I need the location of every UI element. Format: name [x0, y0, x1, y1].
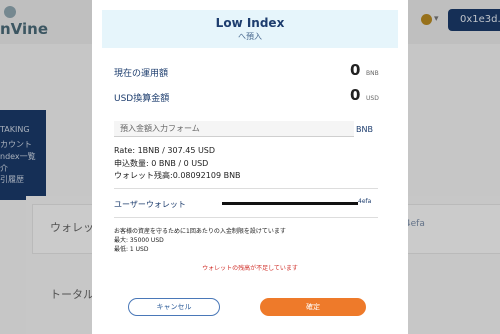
user-wallet-address-tail: 4efa: [358, 198, 372, 205]
operation-amount-label: 現在の運用額: [114, 69, 169, 79]
rate-text: Rate: 1BNB / 307.45 USD: [114, 146, 216, 155]
insufficient-balance-error: ウォレットの残高が不足しています: [202, 265, 298, 272]
deposit-unit-label: BNB: [356, 125, 373, 134]
applied-quantity-text: 申込数量: 0 BNB / 0 USD: [114, 159, 209, 168]
operation-amount-unit: BNB: [366, 70, 379, 77]
cancel-button[interactable]: キャンセル: [128, 298, 220, 316]
operation-amount-value: 0: [350, 61, 361, 79]
wallet-balance-text: ウォレット残高:0.08092109 BNB: [114, 171, 241, 180]
divider: [114, 188, 378, 189]
usd-amount-value: 0: [350, 86, 361, 104]
deposit-modal: Low Index へ預入 現在の運用額 0 BNB USD換算金額 0 USD…: [92, 0, 408, 334]
modal-subtitle: へ預入: [238, 32, 262, 41]
deposit-limit-note: お客様の資産を守るために1回あたりの入金制限を設けています: [114, 228, 286, 235]
usd-amount-label: USD換算金額: [114, 94, 170, 104]
usd-amount-unit: USD: [366, 95, 379, 102]
deposit-max-note: 最大: 35000 USD: [114, 237, 164, 244]
deposit-amount-input[interactable]: [114, 121, 354, 137]
confirm-button[interactable]: 確定: [260, 298, 366, 316]
divider: [114, 217, 378, 218]
deposit-min-note: 最低: 1 USD: [114, 246, 149, 253]
user-wallet-address-redacted: [222, 202, 358, 205]
modal-title: Low Index: [215, 16, 285, 30]
modal-header: Low Index へ預入: [102, 10, 398, 48]
user-wallet-label: ユーザーウォレット: [114, 200, 186, 209]
